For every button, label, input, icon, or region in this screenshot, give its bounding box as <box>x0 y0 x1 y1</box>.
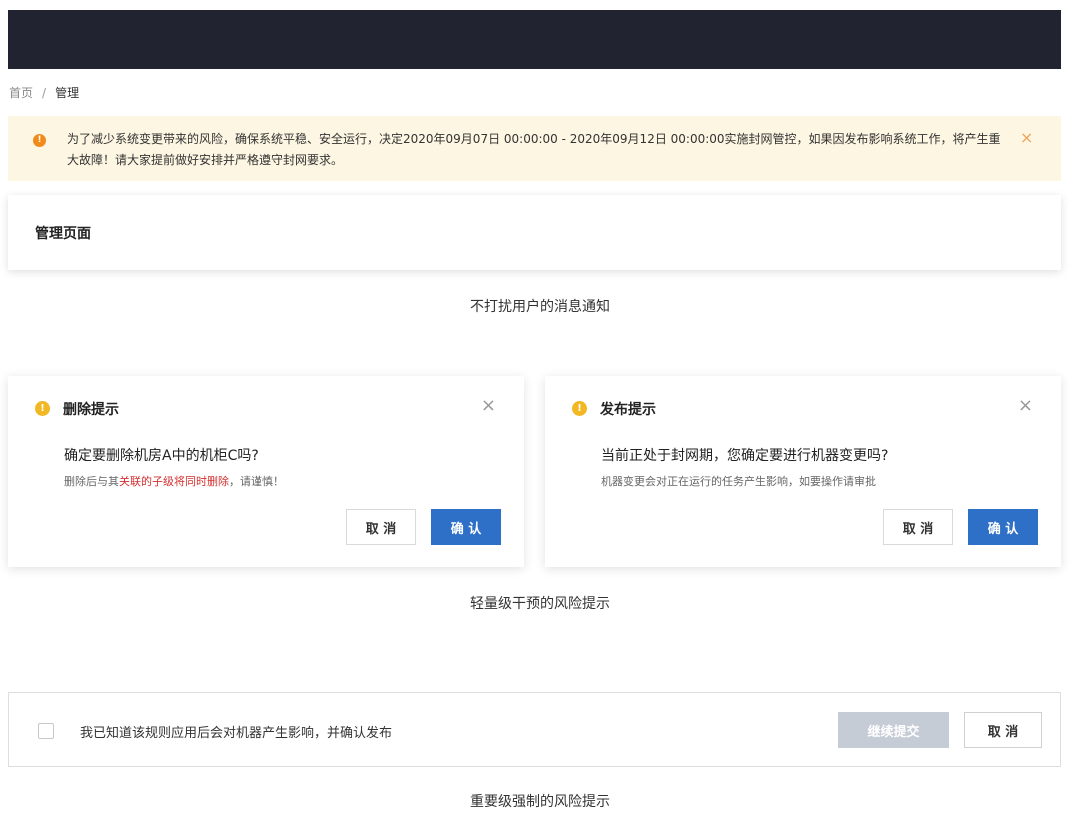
top-header-bar <box>8 10 1061 69</box>
warning-icon: ! <box>572 401 587 416</box>
note-emphasis: 关联的子级将同时删除 <box>119 475 229 488</box>
dialog-question: 当前正处于封网期，您确定要进行机器变更吗? <box>601 448 889 464</box>
close-icon[interactable]: × <box>1018 396 1033 416</box>
continue-submit-button[interactable]: 继续提交 <box>838 712 949 748</box>
dialog-title: 发布提示 <box>600 402 656 418</box>
close-icon[interactable]: × <box>481 396 496 416</box>
cancel-button[interactable]: 取 消 <box>964 712 1042 748</box>
caption-light: 轻量级干预的风险提示 <box>470 596 610 612</box>
management-panel: 管理页面 <box>8 195 1061 270</box>
acknowledge-label: 我已知道该规则应用后会对机器产生影响，并确认发布 <box>80 726 393 741</box>
acknowledge-checkbox[interactable] <box>38 723 54 739</box>
caption-strong: 重要级强制的风险提示 <box>470 794 610 810</box>
breadcrumb-current: 管理 <box>55 86 80 100</box>
confirm-button[interactable]: 确 认 <box>968 509 1038 545</box>
dialog-note: 机器变更会对正在运行的任务产生影响，如要操作请审批 <box>601 475 876 488</box>
page-title: 管理页面 <box>35 226 91 242</box>
dialog-note: 删除后与其关联的子级将同时删除，请谨慎！ <box>64 473 284 489</box>
breadcrumb-home[interactable]: 首页 <box>9 84 33 101</box>
notice-text: 为了减少系统变更带来的风险，确保系统平稳、安全运行，决定2020年09月07日 … <box>67 132 1001 167</box>
caption-notify: 不打扰用户的消息通知 <box>470 299 610 315</box>
info-icon: ! <box>33 134 46 147</box>
dialog-title: 删除提示 <box>63 402 119 418</box>
close-icon[interactable]: × <box>1020 128 1033 148</box>
dialog-question: 确定要删除机房A中的机柜C吗? <box>64 448 259 464</box>
publish-dialog: ! 发布提示 × 当前正处于封网期，您确定要进行机器变更吗? 机器变更会对正在运… <box>545 376 1061 567</box>
cancel-button[interactable]: 取 消 <box>346 509 416 545</box>
breadcrumb-separator: / <box>42 85 47 100</box>
publish-confirm-bar: 我已知道该规则应用后会对机器产生影响，并确认发布 继续提交 取 消 <box>8 692 1061 767</box>
cancel-button[interactable]: 取 消 <box>883 509 953 545</box>
note-suffix: ，请谨慎！ <box>229 475 284 488</box>
warning-icon: ! <box>35 401 50 416</box>
breadcrumb: 首页 / 管理 <box>9 84 79 101</box>
note-prefix: 删除后与其 <box>64 475 119 488</box>
notice-banner: ! 为了减少系统变更带来的风险，确保系统平稳、安全运行，决定2020年09月07… <box>8 116 1061 181</box>
confirm-button[interactable]: 确 认 <box>431 509 501 545</box>
delete-dialog: ! 删除提示 × 确定要删除机房A中的机柜C吗? 删除后与其关联的子级将同时删除… <box>8 376 524 567</box>
